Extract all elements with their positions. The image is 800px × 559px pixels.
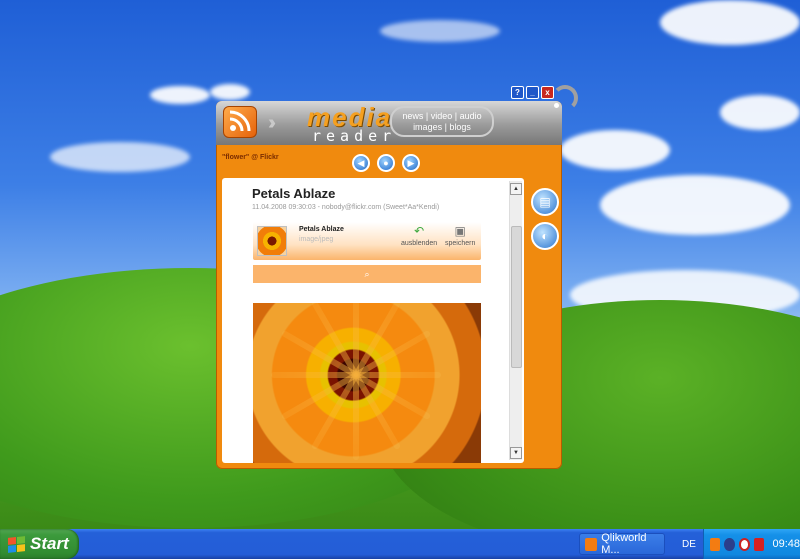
hide-label: ausblenden bbox=[401, 240, 438, 247]
logo-reader: reader bbox=[312, 127, 397, 145]
cloud bbox=[380, 20, 500, 42]
minimize-button[interactable]: _ bbox=[526, 86, 539, 99]
attachment-bar: Petals Ablaze image/jpeg ↶ ausblenden ▣ … bbox=[253, 222, 481, 260]
back-button[interactable]: ◀ bbox=[352, 154, 370, 172]
save-icon: ▣ bbox=[454, 224, 466, 238]
chevrons-icon: ››› bbox=[268, 112, 276, 134]
content-panel: Petals Ablaze 11.04.2008 09:30:03 - nobo… bbox=[222, 178, 524, 463]
rss-task-icon bbox=[585, 537, 598, 551]
cloud bbox=[50, 142, 190, 172]
cloud bbox=[600, 175, 790, 235]
vertical-scrollbar[interactable]: ▲ ▼ bbox=[509, 181, 522, 460]
app-header: ››› media reader news | video | audio im… bbox=[216, 101, 562, 145]
arrow-right-icon: ▶ bbox=[407, 157, 415, 168]
taskbar: Start Qlikworld M... DE 09:48 bbox=[0, 529, 800, 559]
petal bbox=[271, 372, 356, 378]
settings-button[interactable]: ◐ bbox=[531, 222, 559, 250]
feed-name: "flower" @ Flickr bbox=[222, 154, 279, 161]
nav-line-1[interactable]: news | video | audio bbox=[392, 111, 492, 122]
attachment-type: image/jpeg bbox=[299, 236, 334, 243]
globe-icon: ◐ bbox=[541, 229, 549, 243]
add-feed-button[interactable]: ▤ bbox=[531, 188, 559, 216]
cloud bbox=[150, 86, 210, 104]
nav-line-2[interactable]: images | blogs bbox=[392, 122, 492, 133]
task-label: Qlikworld M... bbox=[601, 532, 647, 556]
scroll-thumb[interactable] bbox=[511, 226, 522, 368]
forward-button[interactable]: ▶ bbox=[402, 154, 420, 172]
home-button[interactable]: ● bbox=[377, 154, 395, 172]
clock: 09:48 bbox=[772, 538, 800, 550]
cloud bbox=[210, 84, 250, 100]
cloud bbox=[660, 0, 800, 45]
task-qlikworld[interactable]: Qlikworld M... bbox=[579, 532, 665, 556]
post-title[interactable]: Petals Ablaze bbox=[252, 186, 335, 201]
attachment-title: Petals Ablaze bbox=[299, 226, 344, 233]
petal bbox=[353, 375, 359, 460]
security-tray-icon[interactable] bbox=[738, 537, 751, 551]
system-tray: 09:48 bbox=[703, 529, 800, 559]
network-tray-icon[interactable] bbox=[724, 537, 735, 551]
post-image bbox=[253, 303, 481, 463]
rss-tray-icon[interactable] bbox=[710, 537, 721, 551]
media-reader-window[interactable]: ››› media reader news | video | audio im… bbox=[216, 85, 578, 469]
post-meta: 11.04.2008 09:30:03 - nobody@flickr.com … bbox=[252, 204, 440, 211]
hide-button[interactable]: ↶ ausblenden bbox=[401, 224, 437, 247]
post-content: Petals Ablaze 11.04.2008 09:30:03 - nobo… bbox=[250, 178, 488, 463]
cloud bbox=[720, 95, 800, 130]
document-icon: ▤ bbox=[539, 195, 551, 209]
category-nav[interactable]: news | video | audio images | blogs bbox=[390, 106, 494, 137]
start-button[interactable]: Start bbox=[0, 529, 79, 559]
home-icon: ● bbox=[383, 158, 389, 168]
start-label: Start bbox=[30, 534, 69, 553]
scroll-up-icon[interactable]: ▲ bbox=[510, 183, 522, 195]
arrow-left-icon: ◀ bbox=[357, 157, 365, 168]
magnifier-icon: ⌕ bbox=[364, 269, 370, 279]
resize-dot[interactable] bbox=[554, 103, 559, 108]
save-button[interactable]: ▣ speichern bbox=[445, 224, 475, 247]
save-label: speichern bbox=[445, 240, 476, 247]
language-indicator[interactable]: DE bbox=[676, 529, 702, 559]
zoom-bar[interactable]: ⌕ bbox=[253, 265, 481, 283]
petal bbox=[356, 372, 441, 378]
help-button[interactable]: ? bbox=[511, 86, 524, 99]
cloud bbox=[560, 130, 670, 170]
scroll-down-icon[interactable]: ▼ bbox=[510, 447, 522, 459]
antivirus-tray-icon[interactable] bbox=[754, 537, 765, 551]
rss-logo-icon bbox=[223, 106, 257, 138]
windows-logo-icon bbox=[8, 535, 25, 553]
attachment-thumbnail[interactable] bbox=[257, 226, 287, 256]
window-controls: ? _ x bbox=[511, 86, 554, 99]
hide-arrow-icon: ↶ bbox=[414, 224, 425, 238]
